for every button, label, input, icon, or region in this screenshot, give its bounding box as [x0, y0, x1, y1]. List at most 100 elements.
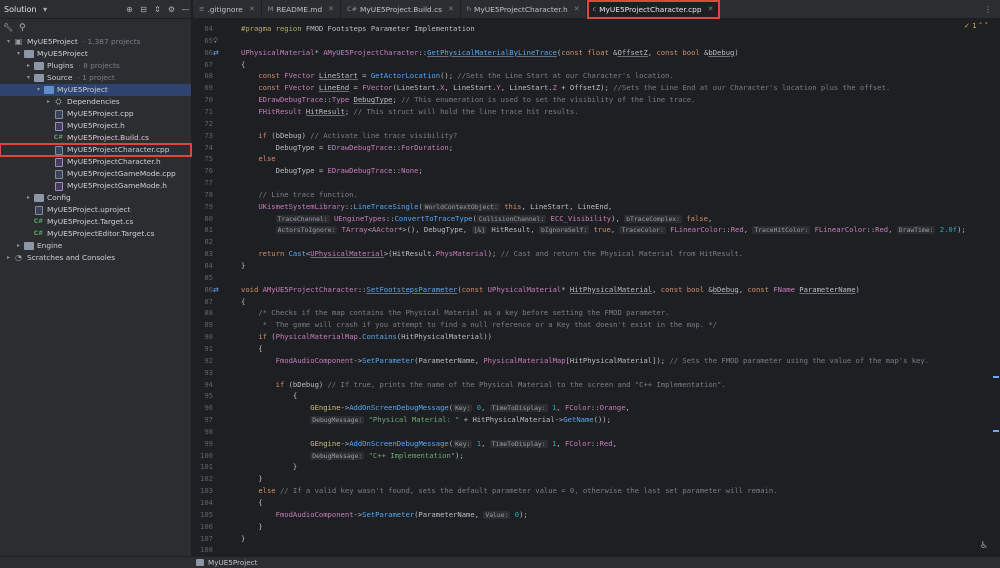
- tree-item[interactable]: MyUE5ProjectCharacter.h: [0, 156, 191, 168]
- tree-item[interactable]: MyUE5Project.h: [0, 120, 191, 132]
- code-line[interactable]: void AMyUE5ProjectCharacter::SetFootstep…: [241, 284, 860, 296]
- tree-item[interactable]: MyUE5ProjectCharacter.cpp: [0, 143, 192, 157]
- code-line[interactable]: if (PhysicalMaterialMap.Contains(HitPhys…: [241, 331, 492, 343]
- code-line[interactable]: }: [241, 533, 245, 545]
- tree-item[interactable]: C# MyUE5Project.Build.cs: [0, 132, 191, 144]
- tree-item[interactable]: MyUE5Project.uproject: [0, 204, 191, 216]
- code-line[interactable]: * The game will crash if you attempt to …: [241, 319, 717, 331]
- code-line[interactable]: }: [241, 521, 262, 533]
- code-area[interactable]: #pragma region FMOD Footsteps Parameter …: [241, 20, 990, 556]
- code-line[interactable]: #pragma region FMOD Footsteps Parameter …: [241, 23, 475, 35]
- code-line[interactable]: {: [241, 390, 297, 402]
- code-line[interactable]: }: [241, 260, 245, 272]
- code-line[interactable]: {: [241, 497, 262, 509]
- code-editor[interactable]: 64 65 66 ⇄ 67 68 69 70 71 72 73 74 75 76 77 78 79 80 81 82 8…: [193, 20, 1000, 556]
- chevron-down-icon[interactable]: ▾: [40, 4, 51, 15]
- tree-item[interactable]: C# MyUE5Project.Target.cs: [0, 216, 191, 228]
- search-icon[interactable]: ⚲: [19, 23, 31, 33]
- code-line[interactable]: }: [241, 473, 262, 485]
- code-line[interactable]: GEngine->AddOnScreenDebugMessage(Key: 0,…: [241, 402, 630, 414]
- tree-item[interactable]: MyUE5ProjectGameMode.h: [0, 180, 191, 192]
- editor-tab[interactable]: c MyUE5ProjectCharacter.cpp ✕: [586, 0, 721, 19]
- close-icon[interactable]: ✕: [249, 5, 255, 13]
- line-number: 107: [200, 533, 213, 543]
- tree-item[interactable]: MyUE5ProjectGameMode.cpp: [0, 168, 191, 180]
- tree-item[interactable]: ▸ Engine: [0, 240, 191, 252]
- expand-arrow-icon[interactable]: ▸: [24, 60, 33, 72]
- tree-item[interactable]: ▾ MyUE5Project: [0, 84, 191, 96]
- code-line[interactable]: {: [241, 296, 245, 308]
- tree-item[interactable]: ▸ ⛭ Dependencies: [0, 96, 191, 108]
- tree-item[interactable]: C# MyUE5ProjectEditor.Target.cs: [0, 228, 191, 240]
- code-line[interactable]: EDrawDebugTrace::Type DebugType; // This…: [241, 94, 695, 106]
- wrench-icon[interactable]: 🔧︎: [3, 23, 15, 32]
- expand-arrow-icon[interactable]: ▸: [24, 192, 33, 204]
- tree-item[interactable]: MyUE5Project.cpp: [0, 108, 191, 120]
- code-line[interactable]: UKismetSystemLibrary::LineTraceSingle(Wo…: [241, 201, 612, 213]
- code-line[interactable]: DebugMessage: "Physical Material: " + Hi…: [241, 414, 611, 426]
- code-line[interactable]: const FVector LineEnd = FVector(LineStar…: [241, 82, 890, 94]
- tree-item[interactable]: ▾ ▣ MyUE5Project · 1,387 projects: [0, 36, 191, 48]
- expand-arrow-icon[interactable]: ▾: [14, 48, 23, 60]
- close-icon[interactable]: ✕: [448, 5, 454, 13]
- status-breadcrumb[interactable]: MyUE5Project: [208, 558, 257, 567]
- tree-item[interactable]: ▸ Plugins · 8 projects: [0, 60, 191, 72]
- expand-arrow-icon[interactable]: ▾: [34, 84, 43, 96]
- code-line[interactable]: else: [241, 153, 275, 165]
- code-line[interactable]: UPhysicalMaterial* AMyUE5ProjectCharacte…: [241, 47, 739, 59]
- editor-tab[interactable]: ≡ .gitignore ✕: [193, 0, 262, 19]
- line-number: 81: [204, 225, 213, 235]
- code-line[interactable]: // Line trace function.: [241, 189, 358, 201]
- code-line[interactable]: return Cast<UPhysicalMaterial>(HitResult…: [241, 248, 743, 260]
- crosshair-icon[interactable]: ⊕: [124, 4, 135, 15]
- tree-item[interactable]: ▾ MyUE5Project: [0, 48, 191, 60]
- close-icon[interactable]: ✕: [574, 5, 580, 13]
- code-line[interactable]: DebugType = EDrawDebugTrace::None;: [241, 165, 423, 177]
- navigate-override-icon[interactable]: ⇄: [213, 47, 222, 59]
- code-line[interactable]: }: [241, 461, 297, 473]
- code-line[interactable]: FmodAudioComponent->SetParameter(Paramet…: [241, 509, 528, 521]
- expand-arrow-icon[interactable]: ▸: [14, 240, 23, 252]
- more-tabs-icon[interactable]: ⋮: [984, 5, 1000, 14]
- collapse-icon[interactable]: ⊟: [138, 4, 149, 15]
- minimize-icon[interactable]: —: [180, 4, 191, 15]
- code-line[interactable]: else // If a valid key wasn't found, set…: [241, 485, 777, 497]
- lightbulb-icon[interactable]: 💡︎: [213, 35, 222, 47]
- code-line[interactable]: if (bDebug) // Activate line trace visib…: [241, 130, 457, 142]
- expand-icon[interactable]: ⇕: [152, 4, 163, 15]
- expand-arrow-icon[interactable]: ▸: [44, 96, 53, 108]
- code-line[interactable]: TraceChannel: UEngineTypes::ConvertToTra…: [241, 213, 712, 225]
- gear-icon[interactable]: ⚙: [166, 4, 177, 15]
- editor-tab[interactable]: h MyUE5ProjectCharacter.h ✕: [461, 0, 587, 19]
- editor-tab[interactable]: M README.md ✕: [262, 0, 342, 19]
- editor-scrollbar[interactable]: [992, 20, 1000, 556]
- code-line[interactable]: if (bDebug) // If true, prints the name …: [241, 379, 726, 391]
- code-line[interactable]: const FVector LineStart = GetActorLocati…: [241, 70, 673, 82]
- expand-arrow-icon[interactable]: ▸: [4, 252, 13, 264]
- warning-indicator[interactable]: ✓ 1 ˄ ˅: [964, 22, 988, 30]
- expand-arrow-icon[interactable]: ▾: [24, 72, 33, 84]
- code-line[interactable]: DebugMessage: "C++ Implementation");: [241, 450, 464, 462]
- line-number: 88: [204, 308, 213, 318]
- tree-item[interactable]: ▾ Source · 1 project: [0, 72, 191, 84]
- close-icon[interactable]: ✕: [328, 5, 334, 13]
- close-icon[interactable]: ✕: [708, 5, 714, 13]
- code-line[interactable]: {: [241, 343, 262, 355]
- tree-item[interactable]: ▸ Config: [0, 192, 191, 204]
- editor-tab[interactable]: C# MyUE5Project.Build.cs ✕: [341, 0, 461, 19]
- code-line[interactable]: DebugType = EDrawDebugTrace::ForDuration…: [241, 142, 453, 154]
- code-line[interactable]: FHitResult HitResult; // This struct wil…: [241, 106, 578, 118]
- code-line[interactable]: /* Checks if the map contains the Physic…: [241, 307, 669, 319]
- accessibility-icon[interactable]: ♿︎: [980, 541, 988, 551]
- expand-arrow-icon[interactable]: ▾: [4, 36, 13, 48]
- code-line[interactable]: FmodAudioComponent->SetParameter(Paramet…: [241, 355, 929, 367]
- tree-item-label: Dependencies: [67, 97, 120, 106]
- tab-label: MyUE5Project.Build.cs: [360, 4, 443, 14]
- tree-item[interactable]: ▸ ◔ Scratches and Consoles: [0, 252, 191, 264]
- navigate-override-icon[interactable]: ⇄: [213, 284, 222, 296]
- code-line[interactable]: {: [241, 59, 245, 71]
- tree-item-meta: · 1 project: [77, 73, 115, 82]
- code-line[interactable]: ActorsToIgnore: TArray<AActor*>(), Debug…: [241, 224, 966, 236]
- code-line[interactable]: GEngine->AddOnScreenDebugMessage(Key: 1,…: [241, 438, 617, 450]
- solution-title[interactable]: Solution: [4, 5, 37, 14]
